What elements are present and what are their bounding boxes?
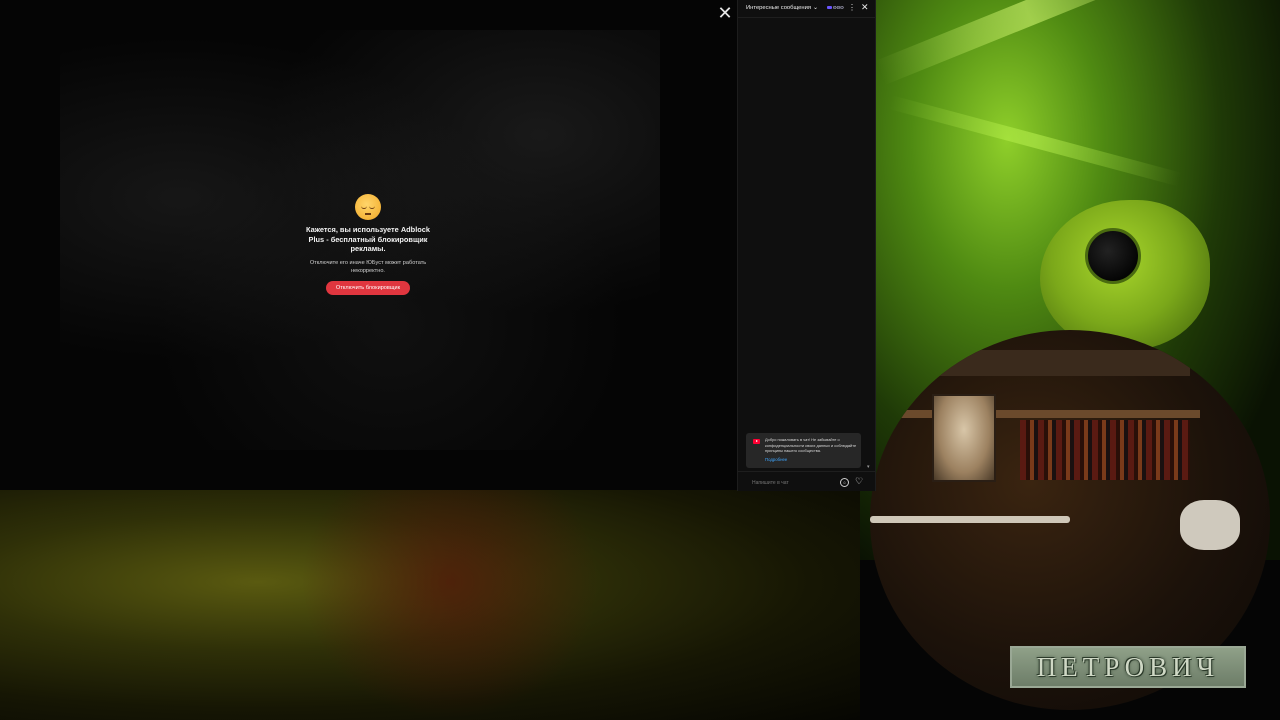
tube <box>870 516 1070 523</box>
adblock-warning-title: Кажется, вы используете Adblock Plus - б… <box>306 225 430 253</box>
chat-close-icon[interactable]: ✕ <box>861 2 869 13</box>
badge-icon <box>827 6 832 10</box>
pensive-face-icon <box>355 194 381 220</box>
chat-header: Интересные сообщения ⌄ ΘΘΘ ⋮ ✕ <box>738 0 875 18</box>
grasshopper-eye <box>1085 228 1141 284</box>
chat-input-bar: ☺ ♡ <box>738 471 875 492</box>
chevron-down-icon: ⌄ <box>812 5 818 11</box>
scroll-down-icon[interactable]: ▾ <box>867 464 870 470</box>
channel-logo-text: ПЕТРОВИЧ <box>1036 651 1220 682</box>
heart-icon[interactable]: ♡ <box>855 476 863 487</box>
channel-logo: ПЕТРОВИЧ <box>1010 646 1246 688</box>
emoji-icon[interactable]: ☺ <box>840 478 849 487</box>
chat-mode-label: Интересные сообщения <box>746 5 811 11</box>
chat-message-input[interactable] <box>750 478 842 488</box>
welcome-text: Добро пожаловать в чат! Не забывайте о к… <box>765 437 857 454</box>
viewer-badge-label: ΘΘΘ <box>833 5 844 10</box>
adblock-warning-dialog: Кажется, вы используете Adblock Plus - б… <box>298 190 438 300</box>
bug-artwork-shade <box>300 490 600 720</box>
shelf <box>930 350 1190 376</box>
adblock-warning-subtitle: Отключите его иначе ЮБуст может работать… <box>309 259 427 274</box>
portrait-drawing <box>932 394 996 482</box>
live-chat-panel: Интересные сообщения ⌄ ΘΘΘ ⋮ ✕ Добро пожа… <box>737 0 876 491</box>
learn-more-link[interactable]: Подробнее <box>765 457 787 462</box>
shelf-items <box>1020 420 1190 480</box>
video-player-dimmed: Кажется, вы используете Adblock Plus - б… <box>0 0 736 490</box>
cloth <box>1180 500 1240 550</box>
chat-mode-dropdown[interactable]: Интересные сообщения ⌄ <box>746 4 818 11</box>
more-options-icon[interactable]: ⋮ <box>848 3 856 12</box>
chat-welcome-message: Добро пожаловать в чат! Не забывайте о к… <box>746 433 861 468</box>
youtube-icon <box>753 439 760 444</box>
close-icon[interactable]: ✕ <box>716 4 734 22</box>
disable-blocker-button[interactable]: Отключить блокировщик <box>326 280 410 295</box>
viewer-badge: ΘΘΘ <box>827 5 844 10</box>
